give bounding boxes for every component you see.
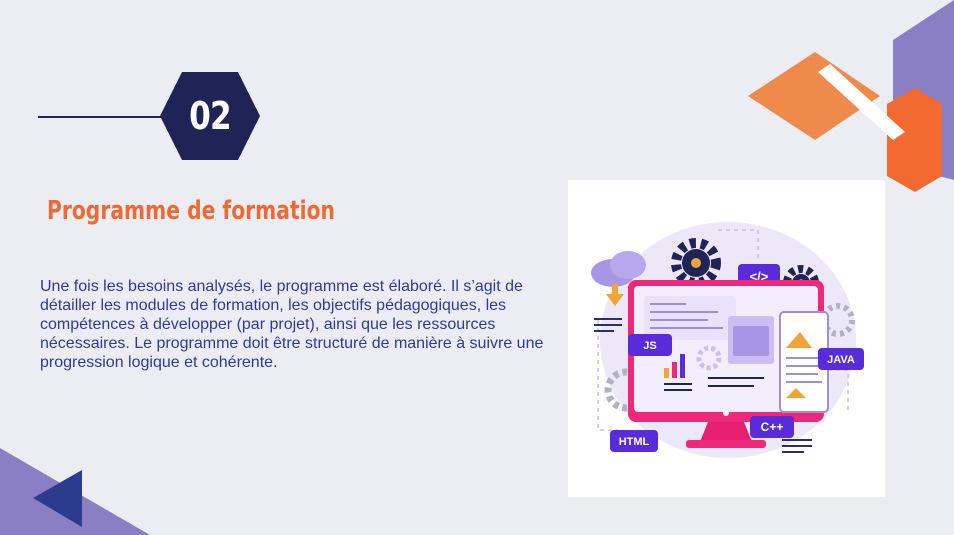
java-tag-label: JAVA	[827, 354, 855, 366]
orange-hexagon	[887, 88, 942, 192]
slide-body: Une fois les besoins analysés, le progra…	[40, 278, 544, 371]
slide-number: 02	[189, 94, 232, 138]
js-tag-label: JS	[643, 340, 656, 352]
html-tag-label: HTML	[619, 436, 650, 448]
coding-illustration: </> JS JAVA HTML C++	[591, 222, 864, 458]
number-line	[38, 116, 178, 118]
cpp-tag-label: C++	[761, 420, 784, 434]
slide-title: Programme de formation	[47, 196, 336, 226]
